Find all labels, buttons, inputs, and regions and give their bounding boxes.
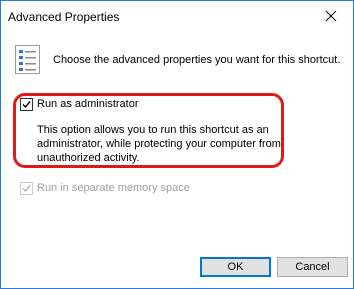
cancel-button[interactable]: Cancel	[277, 257, 348, 277]
ok-button[interactable]: OK	[200, 257, 271, 277]
checkmark-icon	[22, 185, 31, 193]
run-as-admin-description: This option allows you to run this short…	[37, 123, 299, 165]
properties-list-icon	[15, 45, 40, 74]
checkmark-icon	[22, 101, 31, 109]
description-line: administrator, while protecting your com…	[37, 138, 281, 150]
header-instruction: Choose the advanced properties you want …	[53, 54, 341, 66]
header-row: Choose the advanced properties you want …	[15, 45, 345, 75]
close-icon	[325, 10, 337, 22]
title-bar: Advanced Properties	[1, 1, 353, 31]
description-line: unauthorized activity.	[37, 152, 140, 164]
description-line: This option allows you to run this short…	[37, 124, 269, 136]
window-title: Advanced Properties	[8, 10, 120, 24]
close-button[interactable]	[309, 1, 353, 31]
run-as-admin-label[interactable]: Run as administrator	[37, 98, 139, 110]
run-as-admin-checkbox[interactable]	[20, 98, 33, 111]
separate-memory-checkbox[interactable]	[20, 182, 33, 195]
advanced-properties-dialog: Advanced Properties Choose the advanced …	[0, 0, 354, 289]
separate-memory-label: Run in separate memory space	[37, 182, 190, 194]
